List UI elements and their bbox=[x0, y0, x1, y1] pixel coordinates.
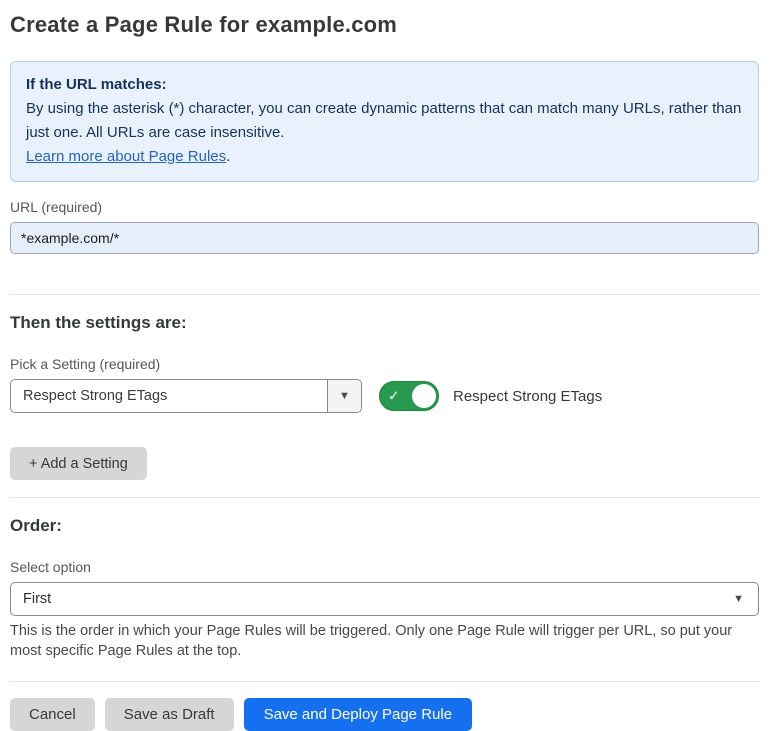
setting-select[interactable]: Respect Strong ETags ▼ bbox=[10, 379, 362, 413]
info-box-body: By using the asterisk (*) character, you… bbox=[26, 97, 743, 145]
check-icon: ✓ bbox=[388, 388, 400, 405]
toggle-label: Respect Strong ETags bbox=[453, 388, 602, 405]
setting-row: Respect Strong ETags ▼ ✓ Respect Strong … bbox=[10, 379, 759, 413]
info-box-link-line: Learn more about Page Rules. bbox=[26, 145, 743, 169]
url-input[interactable] bbox=[10, 222, 759, 254]
order-select-value: First bbox=[11, 583, 733, 615]
url-match-info-box: If the URL matches: By using the asteris… bbox=[10, 61, 759, 182]
order-select-label: Select option bbox=[10, 559, 759, 575]
page-title: Create a Page Rule for example.com bbox=[10, 12, 759, 38]
divider bbox=[10, 681, 759, 682]
order-heading: Order: bbox=[10, 516, 759, 536]
chevron-down-icon: ▼ bbox=[339, 391, 350, 402]
page-rule-form: Create a Page Rule for example.com If th… bbox=[0, 0, 769, 731]
url-label: URL (required) bbox=[10, 199, 759, 215]
add-setting-button[interactable]: + Add a Setting bbox=[10, 447, 147, 480]
cancel-button[interactable]: Cancel bbox=[10, 698, 95, 731]
order-help-text: This is the order in which your Page Rul… bbox=[10, 621, 759, 661]
action-bar: Cancel Save as Draft Save and Deploy Pag… bbox=[10, 698, 759, 731]
etag-toggle[interactable]: ✓ bbox=[379, 381, 439, 411]
setting-select-value: Respect Strong ETags bbox=[11, 380, 327, 412]
divider bbox=[10, 497, 759, 498]
order-select-arrow: ▼ bbox=[733, 583, 758, 615]
setting-select-arrow-button[interactable]: ▼ bbox=[327, 380, 361, 412]
toggle-knob bbox=[412, 384, 436, 408]
info-box-heading: If the URL matches: bbox=[26, 73, 743, 97]
order-select[interactable]: First ▼ bbox=[10, 582, 759, 616]
link-period: . bbox=[226, 148, 230, 165]
save-draft-button[interactable]: Save as Draft bbox=[105, 698, 234, 731]
chevron-down-icon: ▼ bbox=[733, 594, 744, 605]
divider bbox=[10, 294, 759, 295]
save-deploy-button[interactable]: Save and Deploy Page Rule bbox=[244, 698, 472, 731]
learn-more-link[interactable]: Learn more about Page Rules bbox=[26, 148, 226, 165]
settings-heading: Then the settings are: bbox=[10, 313, 759, 333]
pick-setting-label: Pick a Setting (required) bbox=[10, 356, 759, 372]
